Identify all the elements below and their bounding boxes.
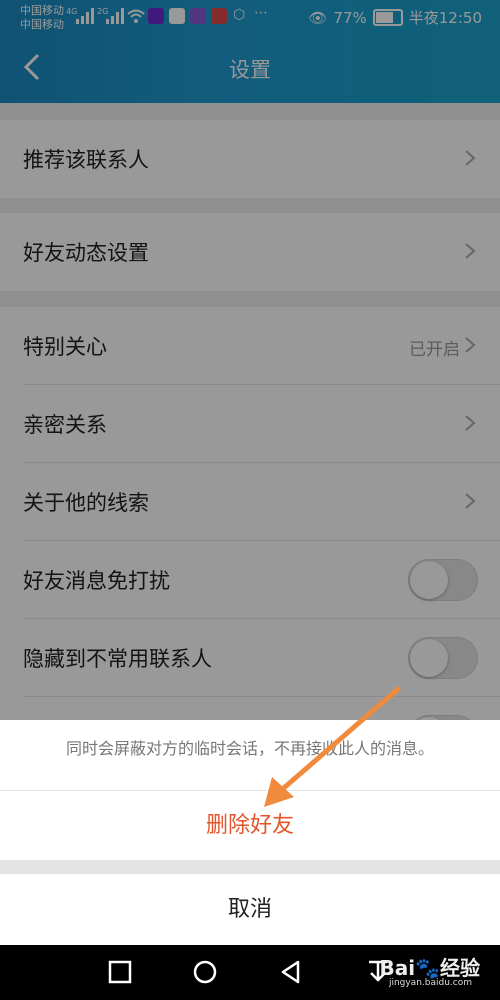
- dim-overlay[interactable]: [0, 103, 500, 720]
- dim-overlay-top: [0, 0, 500, 103]
- back-triangle-icon[interactable]: [278, 959, 304, 985]
- baidu-watermark: Bai🐾经验: [379, 952, 480, 981]
- cancel-button[interactable]: 取消: [0, 874, 500, 945]
- watermark-url: jingyan.baidu.com: [388, 978, 472, 988]
- action-sheet-gap: [0, 860, 500, 874]
- watermark-brand: Bai: [379, 956, 416, 980]
- home-icon[interactable]: [192, 959, 218, 985]
- paw-icon: 🐾: [415, 956, 440, 980]
- watermark-brand-cn: 经验: [440, 956, 480, 980]
- annotation-arrow-icon: [264, 686, 401, 807]
- recent-apps-icon[interactable]: [107, 959, 133, 985]
